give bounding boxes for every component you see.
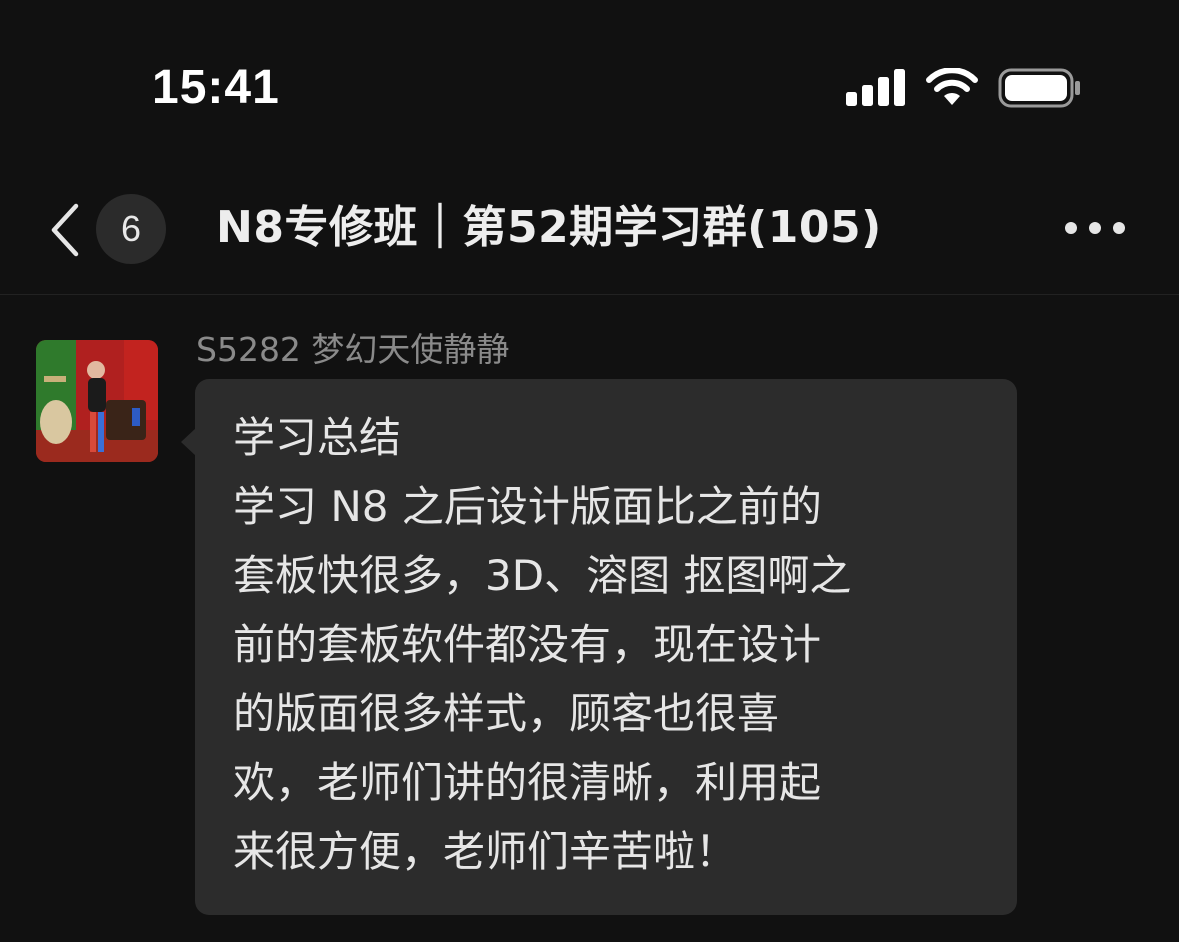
chevron-left-icon	[51, 203, 79, 257]
status-time: 15:41	[152, 61, 280, 114]
avatar-photo	[36, 340, 158, 462]
message-line: 学习 N8 之后设计版面比之前的	[233, 482, 822, 531]
bubble-tail	[181, 428, 196, 456]
message-line: 学习总结	[233, 413, 402, 462]
unread-count-badge: 6	[96, 194, 166, 264]
message-line: 欢，老师们讲的很清晰，利用起	[233, 758, 822, 807]
cellular-signal-icon	[846, 69, 905, 106]
chat-title: N8专修班｜第52期学习群(105)	[216, 202, 882, 253]
message-bubble[interactable]: 学习总结 学习 N8 之后设计版面比之前的 套板快很多，3D、溶图 抠图啊之 前…	[195, 379, 1017, 915]
message-text: 学习总结 学习 N8 之后设计版面比之前的 套板快很多，3D、溶图 抠图啊之 前…	[233, 403, 993, 886]
wifi-icon	[926, 68, 978, 105]
message-line: 套板快很多，3D、溶图 抠图啊之	[233, 551, 852, 600]
back-button[interactable]: 6	[40, 192, 170, 266]
chat-header: 6 N8专修班｜第52期学习群(105)	[0, 170, 1179, 295]
more-horizontal-icon[interactable]	[1060, 206, 1130, 250]
message-line: 的版面很多样式，顾客也很喜	[233, 689, 780, 738]
message-line: 前的套板软件都没有，现在设计	[233, 620, 822, 669]
sender-name: S5282 梦幻天使静静	[196, 330, 510, 369]
battery-icon	[998, 68, 1080, 108]
avatar[interactable]	[36, 340, 158, 462]
message-row: S5282 梦幻天使静静 学习总结 学习 N8 之后设计版面比之前的 套板快很多…	[0, 295, 1179, 942]
message-line: 来很方便，老师们辛苦啦！	[233, 827, 738, 876]
status-bar: 15:41	[0, 0, 1179, 170]
